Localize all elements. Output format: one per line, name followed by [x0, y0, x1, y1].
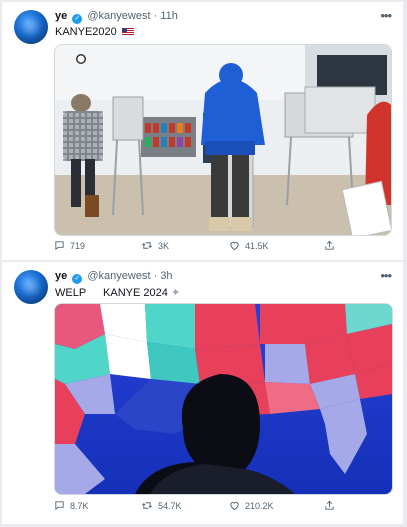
heart-icon: [230, 241, 239, 251]
more-options-icon[interactable]: •••: [380, 8, 392, 23]
retweet-icon: [142, 502, 152, 509]
tweet-text-line-1: WELP: [55, 287, 86, 299]
tweet-header: ye ✓ @kanyewest · 11h: [55, 10, 178, 24]
photo-voting-booths: [55, 45, 391, 235]
timestamp[interactable]: 3h: [160, 270, 172, 282]
handle[interactable]: @kanyewest: [87, 10, 150, 22]
tweet-text-line-2: KANYE 2024: [103, 287, 168, 299]
separator: ·: [153, 10, 158, 22]
tweet-text: KANYE2020: [55, 26, 134, 38]
share-button[interactable]: [324, 240, 340, 251]
tweet-actions: 8.7K 54.7K 210.2K: [54, 500, 343, 516]
like-count: 41.5K: [245, 240, 269, 251]
like-count: 210.2K: [245, 500, 274, 511]
verified-badge-icon: ✓: [72, 14, 83, 24]
photo-election-map: [55, 304, 392, 494]
share-icon: [325, 240, 334, 250]
tweet-photo-election-map[interactable]: [54, 303, 393, 495]
tweet-text-body: KANYE2020: [55, 26, 117, 38]
tweet-2[interactable]: ye ✓ @kanyewest · 3h ••• WELP KANYE 2024…: [2, 262, 403, 524]
tweet-photo-voting-booths[interactable]: [54, 44, 392, 236]
tweet-actions: 719 3K 41.5K: [54, 240, 343, 256]
tweet-1[interactable]: ye ✓ @kanyewest · 11h ••• KANYE2020 719 …: [2, 2, 403, 260]
like-button[interactable]: 41.5K: [229, 240, 269, 251]
verified-badge-icon: ✓: [72, 274, 83, 284]
us-flag-emoji: [121, 28, 134, 36]
timestamp[interactable]: 11h: [160, 10, 178, 22]
more-options-icon[interactable]: •••: [380, 268, 392, 283]
retweet-icon: [142, 242, 152, 249]
heart-icon: [230, 501, 239, 511]
retweet-count: 3K: [158, 240, 170, 251]
reply-button[interactable]: 719: [54, 240, 85, 251]
retweet-button[interactable]: 3K: [141, 240, 169, 251]
avatar[interactable]: [14, 270, 48, 304]
display-name[interactable]: ye: [55, 10, 67, 22]
separator: ·: [153, 270, 158, 282]
like-button[interactable]: 210.2K: [229, 500, 274, 511]
retweet-button[interactable]: 54.7K: [141, 500, 182, 511]
avatar[interactable]: [14, 10, 48, 44]
reply-icon: [55, 241, 64, 251]
display-name[interactable]: ye: [55, 270, 67, 282]
reply-button[interactable]: 8.7K: [54, 500, 89, 511]
reply-count: 8.7K: [70, 500, 89, 511]
share-icon: [325, 500, 334, 510]
tweet-header: ye ✓ @kanyewest · 3h: [55, 270, 173, 284]
reply-icon: [55, 501, 64, 511]
share-button[interactable]: [324, 500, 340, 511]
retweet-count: 54.7K: [158, 500, 182, 511]
tweet-text: WELP KANYE 2024 ✦: [55, 286, 180, 299]
handle[interactable]: @kanyewest: [87, 270, 150, 282]
sparkle-emoji: ✦: [170, 287, 181, 299]
reply-count: 719: [70, 240, 86, 251]
